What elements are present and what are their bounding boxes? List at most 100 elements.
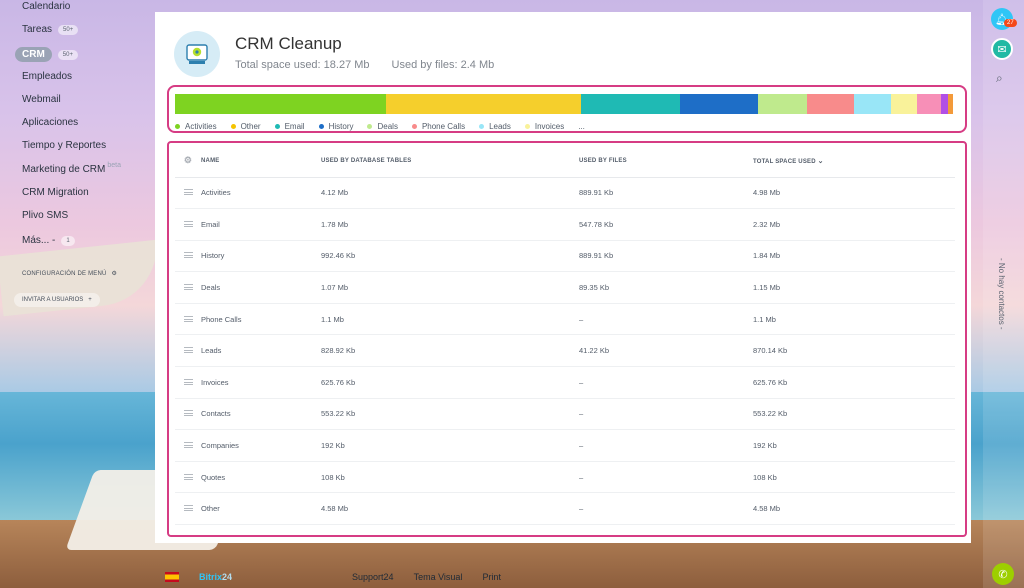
- brand-suffix: 24: [222, 572, 233, 582]
- column-header-name[interactable]: Name: [201, 145, 321, 178]
- table-row[interactable]: Phone Calls 1.1 Mb –1.1 Mb: [175, 303, 955, 336]
- nav-item-plivo-sms[interactable]: Plivo SMS: [22, 210, 68, 221]
- table-row[interactable]: Companies 192 Kb –192 Kb: [175, 429, 955, 462]
- nav-item-tareas[interactable]: Tareas 50+: [22, 24, 79, 35]
- crm-cleanup-panel: CRM Cleanup Total space used: 18.27 Mb U…: [155, 12, 971, 543]
- column-header-total[interactable]: Total space used ⌄: [753, 145, 955, 178]
- legend-dot: [318, 124, 324, 130]
- brand-name: Bitrix: [199, 572, 223, 582]
- cell-drag: [175, 334, 201, 368]
- footer-link-tema-visual[interactable]: Tema Visual: [414, 572, 463, 582]
- drag-handle-icon[interactable]: [183, 442, 193, 449]
- legend-label: Leads: [489, 122, 511, 131]
- usage-bar-segment: [853, 94, 891, 114]
- cell-total: 1.1 Mb: [753, 303, 955, 336]
- nav-item-aplicaciones[interactable]: Aplicaciones: [22, 117, 78, 128]
- legend-dot: [524, 124, 530, 130]
- legend-dot: [411, 124, 417, 130]
- storage-icon: [174, 31, 220, 77]
- legend-label: Invoices: [534, 122, 565, 131]
- nav-item-calendario[interactable]: Calendario: [22, 1, 70, 12]
- chat-icon: ✉: [997, 43, 1007, 56]
- column-settings-button[interactable]: ⚙: [175, 145, 201, 178]
- table-row[interactable]: Other 4.58 Mb –4.58 Mb: [175, 492, 955, 526]
- usage-bar-segment: [175, 94, 387, 114]
- column-header-files[interactable]: Used by files: [579, 145, 753, 178]
- cell-drag: [175, 398, 201, 431]
- phone-button[interactable]: ✆: [992, 563, 1014, 585]
- usage-bar-section: Activities Other Email History Deals Phone Ca…: [167, 85, 967, 133]
- drag-handle-icon[interactable]: [183, 189, 193, 196]
- cell-name: Companies: [201, 429, 321, 462]
- table-row[interactable]: Invoices 625.76 Kb –625.76 Kb: [175, 366, 955, 399]
- nav-label: CRM Migration: [22, 187, 89, 198]
- drag-handle-icon[interactable]: [183, 378, 193, 385]
- legend-dot: [274, 124, 280, 130]
- table-row[interactable]: Contacts 553.22 Kb –553.22 Kb: [175, 398, 955, 431]
- usage-bar-segment: [679, 94, 759, 114]
- invite-users-button[interactable]: Invitar a usuarios +: [14, 293, 100, 307]
- legend-item: History: [318, 122, 353, 131]
- nav-item-empleados[interactable]: Empleados: [22, 71, 72, 82]
- cell-db: 4.58 Mb: [321, 492, 579, 526]
- legend-label: Email: [284, 122, 305, 131]
- table-row[interactable]: Quotes 108 Kb –108 Kb: [175, 461, 955, 494]
- nav-item-crm[interactable]: CRM 50+: [15, 47, 78, 62]
- table-row[interactable]: Leads 828.92 Kb 41.22 Kb 870.14 Kb: [175, 334, 955, 368]
- no-contacts-label: - No hay contactos -: [997, 258, 1006, 330]
- brand-logo: Bitrix24: [199, 572, 232, 582]
- nav-item-tiempo-y-reportes[interactable]: Tiempo y Reportes: [22, 140, 106, 151]
- nav-count-badge: 50+: [57, 49, 78, 60]
- footer-link-print[interactable]: Print: [482, 572, 501, 582]
- legend-item: Email: [274, 122, 305, 131]
- cell-total: 4.98 Mb: [753, 177, 955, 210]
- table-row[interactable]: Email 1.78 Mb 547.78 Kb 2.32 Mb: [175, 208, 955, 241]
- nav-item-crm-migration[interactable]: CRM Migration: [22, 187, 89, 198]
- page-title: CRM Cleanup: [235, 34, 342, 53]
- table-header-row: ⚙ Name Used by database tables Used by f…: [175, 145, 955, 178]
- legend-more[interactable]: ...: [578, 122, 585, 131]
- spain-flag-icon[interactable]: [165, 572, 179, 582]
- legend-item: Other: [230, 122, 261, 131]
- chevron-down-icon: ⌄: [817, 157, 824, 165]
- nav-item-mas[interactable]: Más... - 1: [22, 235, 75, 246]
- cell-drag: [175, 492, 201, 526]
- nav-label: Tiempo y Reportes: [22, 140, 107, 151]
- nav-item-marketing-crm[interactable]: Marketing de CRM beta: [22, 162, 121, 175]
- legend-dot: [479, 124, 485, 130]
- search-icon[interactable]: ⌕: [996, 71, 1003, 86]
- drag-handle-icon[interactable]: [183, 473, 193, 480]
- drag-handle-icon[interactable]: [183, 347, 193, 354]
- drag-handle-icon[interactable]: [183, 284, 193, 291]
- cell-files: –: [579, 398, 753, 431]
- menu-config-label: Configuración de menú: [22, 270, 107, 277]
- drag-handle-icon[interactable]: [183, 505, 193, 512]
- cell-db: 192 Kb: [321, 429, 579, 462]
- nav-item-webmail[interactable]: Webmail: [22, 94, 61, 105]
- menu-config-link[interactable]: Configuración de menú ⚙: [22, 270, 117, 278]
- drag-handle-icon[interactable]: [183, 252, 193, 259]
- usage-bar-segment: [940, 94, 949, 114]
- table-row[interactable]: Activities 4.12 Mb 889.91 Kb 4.98 Mb: [175, 177, 955, 210]
- cell-name: History: [201, 240, 321, 273]
- nav-label: Webmail: [22, 94, 61, 105]
- footer-link-support[interactable]: Support24: [352, 572, 394, 582]
- chat-button[interactable]: ✉: [991, 38, 1013, 60]
- column-header-db[interactable]: Used by database tables: [321, 145, 579, 178]
- cell-db: 1.78 Mb: [321, 208, 579, 241]
- cell-files: 889.91 Kb: [579, 177, 753, 210]
- nav-label: Plivo SMS: [22, 210, 69, 221]
- cell-drag: [175, 177, 201, 210]
- usage-bar-segment: [890, 94, 918, 114]
- cell-total: 4.58 Mb: [753, 492, 955, 526]
- beta-tag: beta: [107, 162, 121, 169]
- drag-handle-icon[interactable]: [183, 220, 193, 227]
- cell-name: Invoices: [201, 366, 321, 399]
- nav-count-badge: 1: [61, 235, 75, 246]
- table-row[interactable]: History 992.46 Kb 889.91 Kb 1.84 Mb: [175, 240, 955, 273]
- usage-bar-segment: [917, 94, 941, 114]
- drag-handle-icon[interactable]: [183, 410, 193, 417]
- drag-handle-icon[interactable]: [183, 315, 193, 322]
- cell-files: –: [579, 492, 753, 526]
- table-row[interactable]: Deals 1.07 Mb 89.35 Kb 1.15 Mb: [175, 271, 955, 304]
